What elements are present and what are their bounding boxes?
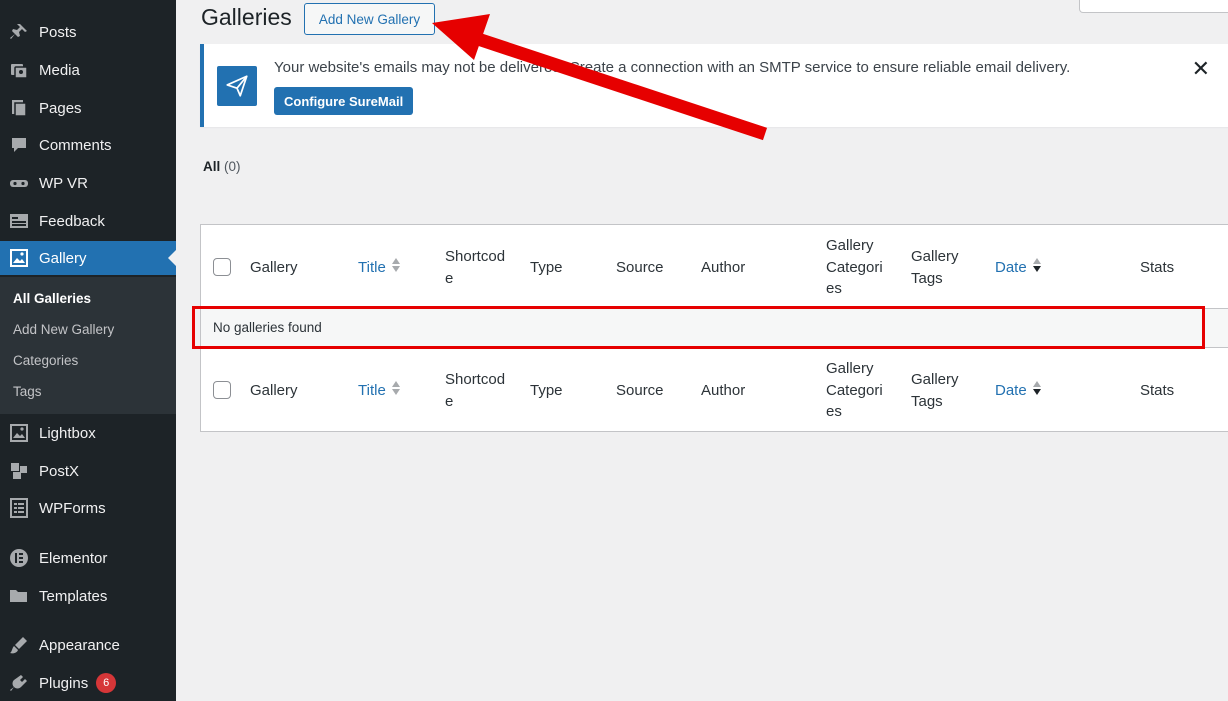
screen-options-tab[interactable]	[1079, 0, 1228, 13]
sidebar-item-label: Templates	[39, 587, 108, 605]
select-all-checkbox-footer[interactable]	[213, 381, 231, 399]
sidebar-item-label: Media	[39, 61, 80, 79]
smtp-notice: Your website's emails may not be deliver…	[200, 44, 1228, 127]
galleries-table: Gallery Title Shortcod e Type Source Auth…	[200, 224, 1228, 432]
column-source: Source	[616, 259, 664, 276]
column-title[interactable]: Title	[358, 257, 401, 280]
column-gallery-tags: Gallery Tags	[911, 371, 959, 410]
plugin-icon	[9, 673, 29, 693]
sidebar-item-feedback[interactable]: Feedback	[0, 204, 176, 238]
sidebar-item-pages[interactable]: Pages	[0, 91, 176, 125]
folder-icon	[9, 586, 29, 606]
brush-icon	[9, 635, 29, 655]
sidebar-item-label: Comments	[39, 136, 112, 154]
filter-all-count: (0)	[224, 159, 241, 174]
lightbox-icon	[9, 423, 29, 443]
close-icon[interactable]: ✕	[1192, 58, 1210, 80]
column-gallery-categories: Gallery Categori es	[826, 360, 883, 420]
sidebar-item-label: Feedback	[39, 212, 105, 230]
postx-icon	[9, 461, 29, 481]
sidebar-item-comments[interactable]: Comments	[0, 128, 176, 162]
pin-icon	[9, 22, 29, 42]
elementor-icon	[9, 548, 29, 568]
gallery-icon	[9, 248, 29, 268]
column-type: Type	[530, 382, 563, 399]
sidebar-item-label: Lightbox	[39, 424, 96, 442]
column-type: Type	[530, 259, 563, 276]
plugins-update-badge: 6	[96, 673, 117, 693]
sidebar-item-label: WPForms	[39, 499, 106, 517]
empty-message: No galleries found	[213, 320, 322, 335]
sidebar-item-postx[interactable]: PostX	[0, 454, 176, 488]
select-all-checkbox[interactable]	[213, 258, 231, 276]
sidebar-item-label: Pages	[39, 99, 82, 117]
sidebar-item-wp-vr[interactable]: WP VR	[0, 166, 176, 200]
column-source: Source	[616, 382, 664, 399]
column-date[interactable]: Date	[995, 257, 1042, 280]
column-gallery: Gallery	[250, 259, 298, 276]
submenu-item-all-galleries[interactable]: All Galleries	[13, 291, 91, 306]
sidebar-item-templates[interactable]: Templates	[0, 579, 176, 613]
column-gallery-categories: Gallery Categori es	[826, 237, 883, 297]
media-icon	[9, 60, 29, 80]
sidebar-item-label: Appearance	[39, 636, 120, 654]
sidebar-item-wpforms[interactable]: WPForms	[0, 491, 176, 525]
submenu-item-tags[interactable]: Tags	[13, 384, 42, 399]
filter-all-link[interactable]: All	[203, 159, 220, 174]
column-stats: Stats	[1140, 382, 1175, 399]
gallery-submenu: All Galleries Add New Gallery Categories…	[0, 277, 176, 414]
sidebar-item-plugins[interactable]: Plugins 6	[0, 666, 176, 700]
sort-desc-icon	[1032, 257, 1042, 280]
column-stats: Stats	[1140, 259, 1175, 276]
column-shortcode: Shortcod e	[445, 248, 506, 287]
sidebar-item-elementor[interactable]: Elementor	[0, 541, 176, 575]
configure-suremail-button[interactable]: Configure SureMail	[274, 87, 414, 115]
page-title: Galleries	[201, 4, 292, 30]
sidebar-item-label: Gallery	[39, 249, 87, 267]
table-row: No galleries found	[201, 309, 1228, 347]
sidebar-item-appearance[interactable]: Appearance	[0, 628, 176, 662]
column-title[interactable]: Title	[358, 380, 401, 403]
notice-message: Your website's emails may not be deliver…	[274, 59, 1071, 76]
submenu-item-add-new-gallery[interactable]: Add New Gallery	[13, 322, 114, 337]
column-author: Author	[701, 382, 746, 399]
table-header-row: Gallery Title Shortcod e Type Source Auth…	[201, 225, 1228, 309]
column-gallery: Gallery	[250, 382, 298, 399]
feedback-icon	[9, 211, 29, 231]
sidebar-item-label: PostX	[39, 462, 80, 480]
sidebar-item-label: Elementor	[39, 549, 108, 567]
submenu-item-categories[interactable]: Categories	[13, 353, 78, 368]
sort-both-icon	[391, 380, 401, 403]
comments-icon	[9, 135, 29, 155]
vr-headset-icon	[9, 173, 29, 193]
sidebar-item-posts[interactable]: Posts	[0, 15, 176, 49]
admin-sidebar: Posts Media Pages Comments WP VR Feedbac…	[0, 0, 176, 701]
wpforms-icon	[9, 498, 29, 518]
sidebar-item-label: Posts	[39, 23, 77, 41]
add-new-gallery-button[interactable]: Add New Gallery	[304, 3, 435, 35]
sort-desc-icon	[1032, 380, 1042, 403]
sidebar-item-label: WP VR	[39, 174, 88, 192]
table-footer-row: Gallery Title Shortcod e Type Source Auth…	[201, 347, 1228, 431]
sidebar-item-label: Plugins	[39, 674, 89, 692]
paper-plane-icon	[217, 66, 257, 106]
pages-icon	[9, 98, 29, 118]
status-filter: All (0)	[203, 159, 241, 174]
sidebar-item-gallery[interactable]: Gallery	[0, 241, 176, 275]
column-shortcode: Shortcod e	[445, 371, 506, 410]
column-date[interactable]: Date	[995, 380, 1042, 403]
column-gallery-tags: Gallery Tags	[911, 248, 959, 287]
sidebar-item-lightbox[interactable]: Lightbox	[0, 416, 176, 450]
column-author: Author	[701, 259, 746, 276]
sidebar-item-media[interactable]: Media	[0, 53, 176, 87]
sort-both-icon	[391, 257, 401, 280]
